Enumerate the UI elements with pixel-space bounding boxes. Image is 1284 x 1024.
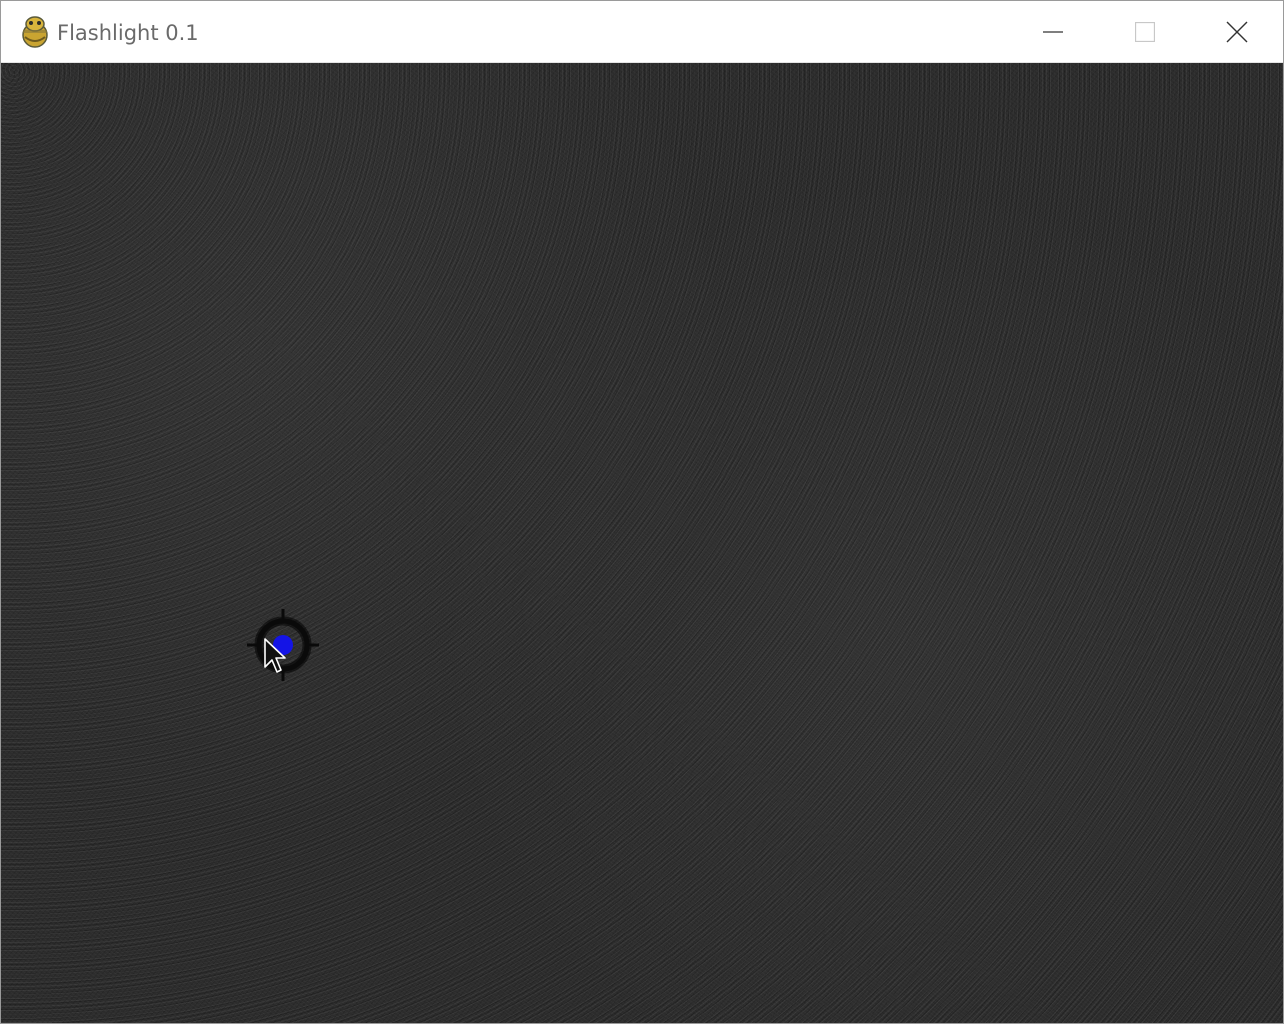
game-canvas[interactable]	[1, 63, 1283, 1023]
window-title: Flashlight 0.1	[57, 21, 199, 45]
close-icon	[1226, 21, 1248, 42]
minimize-button[interactable]	[1007, 1, 1099, 62]
app-window: Flashlight 0.1	[0, 0, 1284, 1024]
close-button[interactable]	[1191, 1, 1283, 62]
minimize-icon	[1043, 30, 1063, 33]
title-bar[interactable]: Flashlight 0.1	[1, 1, 1283, 63]
maximize-icon	[1135, 21, 1155, 42]
pygame-snake-icon	[22, 16, 48, 48]
arrow-cursor-icon	[264, 638, 286, 673]
maximize-button[interactable]	[1099, 1, 1191, 62]
